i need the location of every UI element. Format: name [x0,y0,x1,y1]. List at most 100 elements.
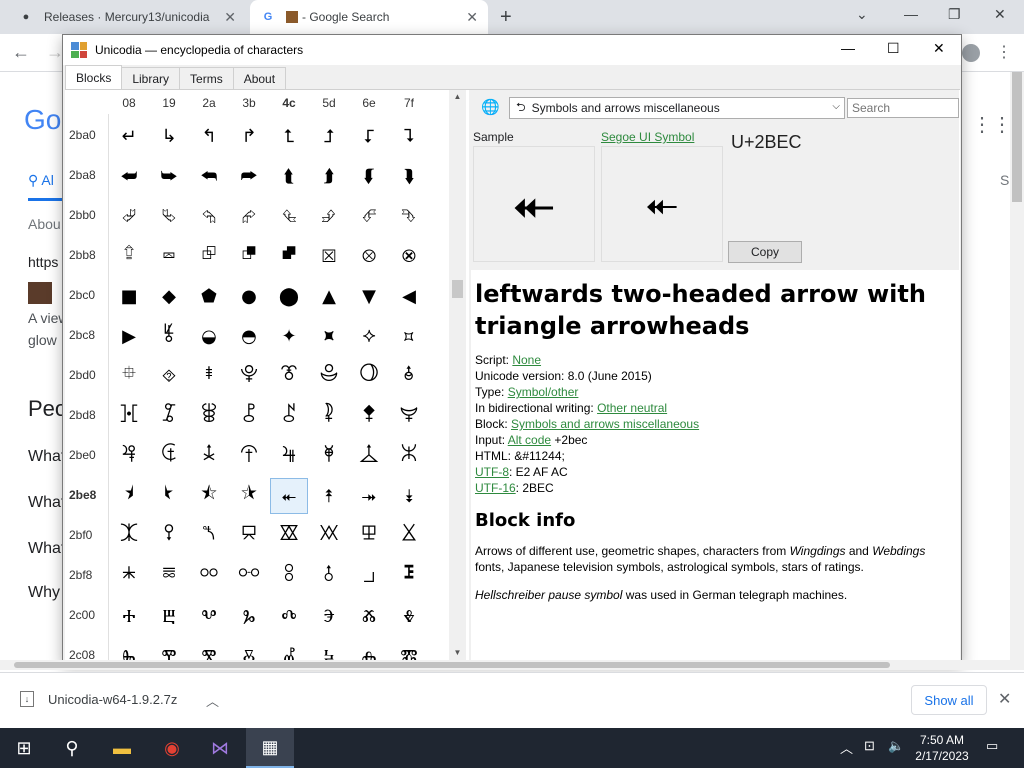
char-cell[interactable]: Ⰺ [190,638,228,663]
avatar[interactable] [962,44,980,62]
char-cell[interactable]: ⮾ [350,238,388,274]
utf16-link[interactable]: UTF-16 [475,481,516,495]
char-cell[interactable]: Ⰳ [230,598,268,634]
char-cell[interactable]: ⯧ [390,438,428,474]
char-cell[interactable]: Ⰽ [310,638,348,663]
bidi-link[interactable]: Other neutral [597,401,667,415]
char-cell[interactable]: Ⰰ [110,598,148,634]
char-cell[interactable]: ⯯ [390,478,428,514]
char-cell[interactable]: ⯻ [230,558,268,594]
char-cell[interactable]: ⯥ [310,438,348,474]
char-cell[interactable]: ⯉ [150,318,188,354]
type-link[interactable]: Symbol/other [508,385,579,399]
char-cell[interactable]: ⯳ [230,518,268,554]
char-cell[interactable]: ⮵ [310,198,348,234]
window-titlebar[interactable]: Unicodia — encyclopedia of characters — … [63,35,961,65]
char-cell[interactable]: ● [230,278,268,314]
chevron-up-icon[interactable]: ︿ [206,691,219,710]
char-cell[interactable]: Ⰲ [190,598,228,634]
scroll-up-icon[interactable]: ▲ [449,92,466,101]
char-cell[interactable]: ↰ [190,118,228,154]
char-cell[interactable]: ⮬ [270,158,308,194]
notifications-icon[interactable]: ▭ [986,738,998,754]
script-link[interactable]: None [512,353,541,367]
alt-code-link[interactable]: Alt code [508,433,551,447]
char-cell[interactable]: ⮰ [110,198,148,234]
restore-icon[interactable]: ❐ [948,6,961,23]
char-cell[interactable]: ⯶ [350,518,388,554]
char-cell[interactable]: ⯡ [150,438,188,474]
char-cell[interactable]: ⯲ [190,518,228,554]
char-cell[interactable]: ⯛ [230,398,268,434]
maximize-icon[interactable]: ☐ [887,40,900,57]
tab-about[interactable]: About [232,67,287,89]
char-cell[interactable]: ⮯ [390,158,428,194]
char-cell[interactable]: Ⰴ [270,598,308,634]
settings-tab[interactable]: S [1000,172,1009,188]
char-cell[interactable]: ⯙ [150,398,188,434]
font-link[interactable]: Segoe UI Symbol [601,130,694,144]
block-select[interactable]: ⮌ Symbols and arrows miscellaneous ⌵ [509,97,845,119]
char-cell[interactable]: ⬟ [190,278,228,314]
char-cell[interactable]: ⯤ [270,438,308,474]
char-cell[interactable]: Ⰹ [150,638,188,663]
char-cell[interactable]: ⮷ [390,198,428,234]
globe-icon[interactable]: 🌐 [481,98,501,118]
char-cell[interactable]: ⯔ [270,358,308,394]
char-cell[interactable]: ⯪ [190,478,228,514]
tab-terms[interactable]: Terms [179,67,234,89]
char-cell[interactable]: ⯭ [310,478,348,514]
char-cell[interactable]: ◀ [390,278,428,314]
char-cell[interactable]: ⯝ [310,398,348,434]
tab-releases[interactable]: ● Releases · Mercury13/unicodia ✕ [8,0,246,34]
char-cell[interactable]: ⮿ [390,238,428,274]
minimize-icon[interactable]: — [904,6,918,22]
char-cell[interactable]: ⯩ [150,478,188,514]
char-cell[interactable]: ⮴ [270,198,308,234]
close-icon[interactable]: ✕ [994,6,1006,23]
char-cell[interactable]: ▼ [350,278,388,314]
char-cell[interactable]: ⯑ [150,358,188,394]
close-tab-icon[interactable]: ✕ [466,9,478,26]
char-cell[interactable]: ⮩ [150,158,188,194]
new-tab-button[interactable]: + [500,6,512,29]
grid-scrollbar[interactable]: ▲ ▼ [449,90,466,662]
show-all-button[interactable]: Show all [911,685,987,715]
char-cell[interactable]: ⮱ [150,198,188,234]
char-cell[interactable]: Ⰻ [230,638,268,663]
char-cell[interactable]: ⮹ [150,238,188,274]
visual-studio-icon[interactable]: ⋈ [196,728,244,768]
char-cell[interactable]: ⯼ [270,558,308,594]
char-cell[interactable]: ⯣ [230,438,268,474]
char-cell[interactable]: ⯓ [230,358,268,394]
char-cell[interactable]: ◆ [150,278,188,314]
windows-start-icon[interactable]: ⊞ [0,728,48,768]
char-cell[interactable]: ⯦ [350,438,388,474]
close-icon[interactable]: ✕ [933,40,945,57]
question-item[interactable]: What [28,494,65,512]
char-cell[interactable]: ⯚ [190,398,228,434]
char-cell[interactable]: Ⰿ [390,638,428,663]
char-cell[interactable]: ⯨ [110,478,148,514]
char-cell[interactable]: ▶ [110,318,148,354]
chrome-icon[interactable]: ◉ [148,728,196,768]
char-cell[interactable]: ⯟ [390,398,428,434]
char-cell[interactable]: ⯰ [110,518,148,554]
char-cell[interactable]: ⯜ [270,398,308,434]
char-cell[interactable]: ⯕ [310,358,348,394]
char-cell[interactable]: ■ [110,278,148,314]
char-cell[interactable]: ⯱ [150,518,188,554]
char-cell[interactable]: ⮭ [310,158,348,194]
char-cell[interactable]: ⯏ [390,318,428,354]
char-cell[interactable]: ⯗ [390,358,428,394]
char-cell[interactable]: ⯐ [110,358,148,394]
network-icon[interactable]: ⊡ [864,738,875,754]
char-cell[interactable]: ⯍ [310,318,348,354]
char-cell[interactable]: ⯢ [190,438,228,474]
char-cell[interactable]: ⯒ [190,358,228,394]
char-cell[interactable]: ⬤ [270,278,308,314]
char-cell[interactable]: ✦ [270,318,308,354]
char-cell[interactable]: ⮳ [230,198,268,234]
char-cell[interactable]: ⮥ [310,118,348,154]
selected-char-cell[interactable]: ⯬ [270,478,308,514]
